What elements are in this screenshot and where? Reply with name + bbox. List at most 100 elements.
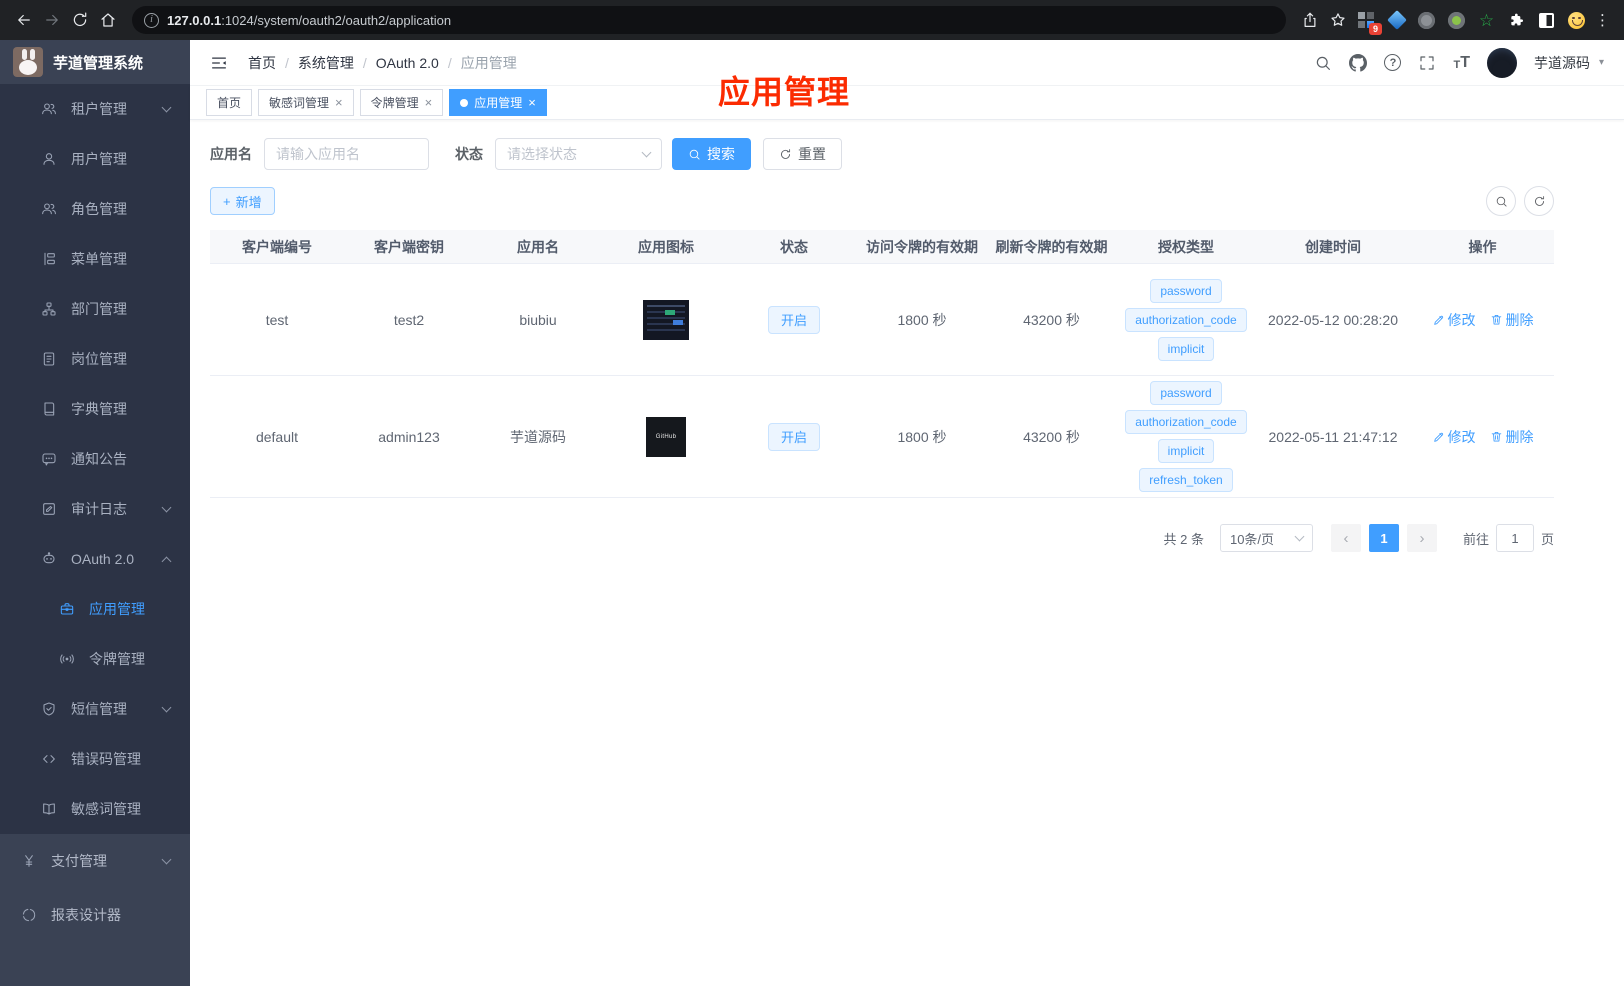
- close-icon[interactable]: ×: [335, 96, 343, 109]
- chevron-down-icon[interactable]: ▾: [1599, 57, 1604, 68]
- avatar[interactable]: [1486, 47, 1517, 78]
- sidebar-item-user[interactable]: 用户管理: [0, 134, 190, 184]
- org-chart-icon: [40, 301, 58, 317]
- github-icon[interactable]: [1349, 53, 1368, 72]
- cell-app-icon: GitHub: [602, 416, 730, 457]
- page-number-1[interactable]: 1: [1368, 524, 1399, 552]
- cell-client-id: default: [255, 428, 299, 445]
- sidebar-item-post[interactable]: 岗位管理: [0, 334, 190, 384]
- cell-app-name: biubiu: [519, 311, 557, 328]
- help-icon[interactable]: ?: [1384, 54, 1402, 71]
- extensions-puzzle-icon[interactable]: [1508, 12, 1525, 29]
- app-logo-row[interactable]: 芋道管理系统: [0, 40, 190, 84]
- chevron-down-icon: [1294, 531, 1305, 542]
- app-logo: [13, 47, 43, 77]
- sidebar-item-label: 菜单管理: [71, 251, 127, 267]
- sidebar-item-dept[interactable]: 部门管理: [0, 284, 190, 334]
- edit-link[interactable]: 修改: [1432, 427, 1476, 447]
- breadcrumb-current: 应用管理: [460, 54, 517, 71]
- browser-extensions: 9 ☆: [1352, 10, 1591, 35]
- page-size-select[interactable]: 10条/页: [1219, 524, 1313, 552]
- search-button[interactable]: 搜索: [672, 138, 751, 170]
- breadcrumb-separator: /: [362, 54, 367, 71]
- sidebar-item-dict[interactable]: 字典管理: [0, 384, 190, 434]
- app-name-input[interactable]: [264, 138, 429, 170]
- font-size-icon[interactable]: TT: [1453, 54, 1470, 71]
- toggle-search-button[interactable]: [1486, 186, 1516, 216]
- sidebar-item-menu[interactable]: 菜单管理: [0, 234, 190, 284]
- page-content: 应用名 状态 请选择状态 搜索 重置: [190, 120, 1624, 552]
- status-select[interactable]: 请选择状态: [495, 138, 662, 170]
- pagination: 共 2 条 10条/页 ‹ 1 › 前往 页: [210, 524, 1554, 552]
- sidebar-item-error-code[interactable]: 错误码管理: [0, 734, 190, 784]
- browser-home-button[interactable]: [94, 6, 122, 34]
- refresh-button[interactable]: [1524, 186, 1554, 216]
- sidebar-item-label: 敏感词管理: [71, 801, 141, 817]
- sidebar-collapse-icon[interactable]: [210, 54, 228, 72]
- fullscreen-icon[interactable]: [1418, 54, 1436, 72]
- sidebar-item-audit-log[interactable]: 审计日志: [0, 484, 190, 534]
- reset-button[interactable]: 重置: [763, 138, 842, 170]
- sidebar-item-role[interactable]: 角色管理: [0, 184, 190, 234]
- url-host: 127.0.0.1: [167, 12, 222, 28]
- sidebar-item-oauth-application[interactable]: 应用管理: [0, 584, 190, 634]
- extension-split-square-icon[interactable]: [1538, 12, 1555, 29]
- share-icon[interactable]: [1296, 6, 1324, 34]
- open-book-icon: [40, 801, 58, 817]
- sidebar-item-report-designer[interactable]: 报表设计器: [0, 888, 190, 942]
- delete-link[interactable]: 删除: [1490, 310, 1534, 330]
- browser-address-bar[interactable]: i 127.0.0.1 :1024/system/oauth2/oauth2/a…: [132, 6, 1286, 34]
- goto-page-input[interactable]: [1495, 524, 1534, 552]
- sidebar-item-sms[interactable]: 短信管理: [0, 684, 190, 734]
- breadcrumb-system[interactable]: 系统管理: [298, 53, 354, 73]
- breadcrumb-home[interactable]: 首页: [248, 53, 276, 73]
- cell-access-ttl: 1800 秒: [897, 311, 947, 328]
- sidebar-item-sensitive-word[interactable]: 敏感词管理: [0, 784, 190, 834]
- extension-grid-icon[interactable]: 9: [1358, 11, 1382, 35]
- sidebar-item-tenant[interactable]: 租户管理: [0, 84, 190, 134]
- pagination-total: 共 2 条: [1163, 531, 1204, 547]
- tab-sensitive-word[interactable]: 敏感词管理 ×: [258, 89, 354, 116]
- chevron-down-icon: [161, 702, 172, 713]
- extension-gem-icon[interactable]: [1386, 10, 1407, 30]
- username[interactable]: 芋道源码: [1534, 53, 1590, 73]
- sidebar-item-notice[interactable]: 通知公告: [0, 434, 190, 484]
- sidebar-item-oauth[interactable]: OAuth 2.0: [0, 534, 190, 584]
- extension-green-circle-icon[interactable]: [1448, 11, 1465, 29]
- tab-token[interactable]: 令牌管理 ×: [359, 89, 444, 116]
- prev-page-button[interactable]: ‹: [1330, 524, 1361, 552]
- browser-forward-button[interactable]: [38, 6, 66, 34]
- status-badge[interactable]: 开启: [767, 305, 820, 334]
- extension-grey-circle-icon[interactable]: [1418, 11, 1435, 29]
- delete-link[interactable]: 删除: [1490, 427, 1534, 447]
- browser-menu-icon[interactable]: ⋮: [1591, 11, 1614, 29]
- sidebar-item-oauth-token[interactable]: 令牌管理: [0, 634, 190, 684]
- edit-link[interactable]: 修改: [1432, 310, 1476, 330]
- close-icon[interactable]: ×: [425, 96, 433, 109]
- edit-square-icon: [40, 501, 58, 517]
- book-icon: [40, 401, 58, 417]
- header-actions: ? TT 芋道源码 ▾: [1314, 47, 1604, 78]
- red-annotation: 应用管理: [718, 74, 851, 110]
- sidebar-item-label: 错误码管理: [71, 751, 141, 767]
- chevron-down-icon: [161, 502, 172, 513]
- breadcrumb-oauth[interactable]: OAuth 2.0: [376, 55, 439, 71]
- extension-green-star-icon[interactable]: ☆: [1478, 12, 1495, 29]
- bookmark-star-icon[interactable]: [1324, 6, 1352, 34]
- yen-icon: [20, 853, 38, 869]
- next-page-button[interactable]: ›: [1406, 524, 1437, 552]
- site-info-icon[interactable]: i: [144, 12, 159, 28]
- tab-home[interactable]: 首页: [206, 89, 253, 116]
- close-icon[interactable]: ×: [528, 96, 536, 109]
- sidebar-item-payment[interactable]: 支付管理: [0, 834, 190, 888]
- column-header: 操作: [1468, 238, 1497, 255]
- browser-back-button[interactable]: [10, 6, 38, 34]
- screen: i 127.0.0.1 :1024/system/oauth2/oauth2/a…: [0, 0, 1624, 986]
- browser-reload-button[interactable]: [66, 6, 94, 34]
- status-badge[interactable]: 开启: [767, 422, 820, 451]
- search-icon[interactable]: [1314, 54, 1332, 72]
- tab-application[interactable]: 应用管理 ×: [449, 89, 547, 116]
- shield-icon: [40, 701, 58, 717]
- add-button[interactable]: + 新增: [210, 187, 275, 215]
- extension-emoji-icon[interactable]: [1568, 11, 1585, 29]
